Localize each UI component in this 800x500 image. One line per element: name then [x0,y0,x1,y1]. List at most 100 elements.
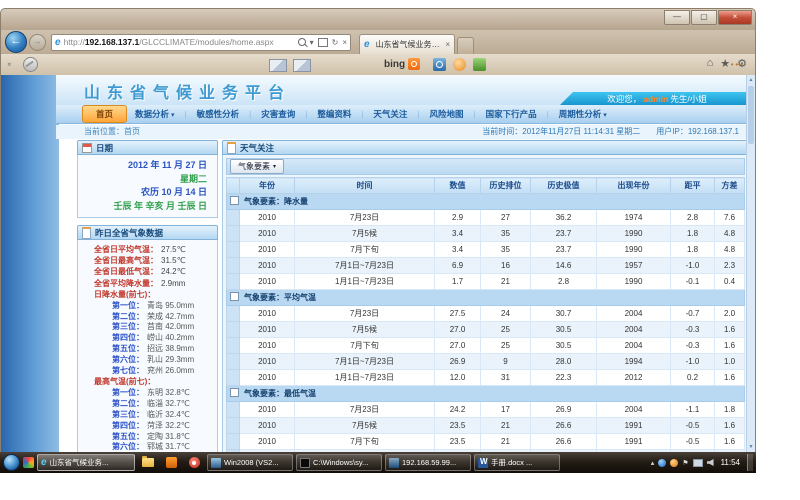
table-cell: 35 [481,226,531,242]
taskbar-media-app-button[interactable] [184,454,204,471]
taskbar-explorer-button[interactable] [138,454,158,471]
refresh-icon[interactable]: ↻ [332,38,339,47]
toolbar-plugin-paw-icon[interactable] [453,58,466,71]
compatibility-view-icon[interactable] [318,38,328,47]
address-bar-tools: ▾ ↻ × [298,38,347,47]
forward-button[interactable]: → [29,34,46,51]
folder-icon [142,458,154,467]
volume-icon[interactable] [707,459,714,466]
table-row[interactable]: 20107月23日27.52430.72004-0.72.0 [227,306,745,322]
weather-panel-title: 昨日全省气象数据 [95,227,163,239]
taskbar-orange-app-button[interactable] [161,454,181,471]
taskbar-window-app[interactable]: Win2008 (VS2... [207,454,293,471]
toolbar-plugin-camera-icon[interactable] [433,58,446,71]
nav-item-8[interactable]: 周期性分析▾ [555,108,611,120]
table-cell: 7月1日~7月23日 [295,258,435,274]
scroll-up-icon[interactable]: ▲ [747,75,755,85]
calendar-line: 2012 年 11 月 27 日 [84,159,211,173]
home-icon[interactable]: ⌂ [707,57,714,70]
table-row[interactable]: 20107月5候23.52126.61991-0.51.6 [227,418,745,434]
nav-item-3[interactable]: 灾害查询 [257,108,299,120]
scroll-down-icon[interactable]: ▼ [747,442,755,452]
stop-icon[interactable]: × [342,38,347,47]
table-row[interactable]: 20107月5候3.43523.719901.84.8 [227,226,745,242]
table-row[interactable]: 20107月1日~7月23日26.9928.01994-1.01.0 [227,354,745,370]
network-icon[interactable] [693,459,703,467]
table-cell: -0.3 [671,338,715,354]
search-dropdown-icon[interactable]: ▾ [310,38,314,47]
close-tab-icon[interactable]: × [445,40,450,49]
browser-tab[interactable]: e 山东省气候业务平... × [359,34,455,54]
nav-item-0[interactable]: 首页 [82,105,127,123]
toolbar-mail-icon[interactable] [269,59,287,72]
weather-rank-row: 第三位：莒南 42.0mm [84,322,211,333]
element-select-button[interactable]: 气象要素 ▾ [230,159,284,174]
group-label: 气象要素：降水量 [244,197,308,206]
table-row[interactable]: 20107月23日24.21726.92004-1.11.8 [227,402,745,418]
nav-item-2[interactable]: 敏感性分析 [193,108,244,120]
table-row[interactable]: 20107月下旬23.52126.61991-0.51.6 [227,434,745,450]
table-row[interactable]: 20107月1日~7月23日6.91614.61957-1.02.3 [227,258,745,274]
taskbar-window-remote[interactable]: 192.168.59.99... [385,454,471,471]
close-button[interactable]: × [718,10,752,25]
table-cell: 3.4 [435,226,481,242]
rank-value: 崂山 40.2mm [144,333,194,344]
group-checkbox[interactable] [230,196,239,205]
table-row[interactable]: 20107月23日2.92736.219742.87.6 [227,210,745,226]
nav-item-7[interactable]: 国家下行产品 [482,108,541,120]
tray-app-orange-icon[interactable] [670,459,678,467]
table-cell: 2004 [597,306,671,322]
start-button[interactable] [3,454,20,471]
group-checkbox[interactable] [230,388,239,397]
back-button[interactable]: ← [5,31,27,53]
toolbar-close-icon[interactable]: × [7,60,12,69]
table-row[interactable]: 20107月下旬3.43523.719901.84.8 [227,242,745,258]
table-row[interactable]: 20107月5候27.02530.52004-0.31.6 [227,322,745,338]
favorites-star-icon[interactable]: ★ [720,57,730,70]
taskbar-window-word[interactable]: 手册.docx ... [474,454,560,471]
table-row[interactable]: 20101月1日~7月23日1.7212.81990-0.10.4 [227,274,745,290]
taskbar-window-console[interactable]: C:\Windows\sy... [296,454,382,471]
taskbar-clock[interactable]: 11:54 [721,458,740,467]
bing-search-widget[interactable]: bing [384,58,420,70]
table-row[interactable]: 20101月1日~7月23日12.03122.320120.21.6 [227,370,745,386]
scrollbar-thumb[interactable] [748,86,754,144]
address-bar[interactable]: e http://192.168.137.1/GLCCLIMATE/module… [51,34,351,51]
toolbar-message-icon[interactable] [293,59,311,72]
maximize-button[interactable]: ▢ [691,10,717,25]
action-center-flag-icon[interactable]: ⚑ [682,459,688,467]
table-cell: 7.6 [715,210,745,226]
table-row[interactable]: 20107月下旬27.02530.52004-0.31.6 [227,338,745,354]
rank-value: 荣成 42.7mm [144,312,194,323]
rank-position: 第二位： [84,312,144,323]
calendar-line: 壬辰 年 辛亥 月 壬辰 日 [84,200,211,214]
nav-item-4[interactable]: 整编资料 [313,108,355,120]
minimize-button[interactable]: — [664,10,690,25]
weather-section-title: 最高气温(前七)： [84,376,211,388]
page-scrollbar[interactable]: ▲ ▼ [746,75,755,452]
pinned-app-icon[interactable] [23,457,34,468]
browser-titlebar[interactable]: — ▢ × [0,8,756,30]
table-cell: 9 [481,354,531,370]
group-checkbox[interactable] [230,292,239,301]
search-icon[interactable] [298,38,306,46]
bing-search-icon[interactable] [408,58,420,70]
nav-item-6[interactable]: 风险地图 [426,108,468,120]
blocker-icon[interactable] [23,57,38,72]
rank-position: 第六位： [84,442,144,452]
settings-gear-icon[interactable]: ⚙ [737,57,747,70]
browser-nav-row: ← → e http://192.168.137.1/GLCCLIMATE/mo… [0,30,756,54]
weather-stat: 全省日最高气温：31.5℃ [84,255,211,266]
nav-item-5[interactable]: 天气关注 [369,108,411,120]
column-header: 历史极值 [531,178,597,194]
table-cell: 2010 [240,242,295,258]
tray-app-blue-icon[interactable] [658,459,666,467]
show-hidden-icons-icon[interactable]: ▴ [651,459,655,467]
show-desktop-button[interactable] [747,454,753,471]
toolbar-plugin-puzzle-icon[interactable] [473,58,486,71]
table-cell: 1991 [597,434,671,450]
nav-item-1[interactable]: 数据分析▾ [131,108,179,120]
taskbar-ie-window[interactable]: e 山东省气候业务... [37,454,135,471]
weather-rank-row: 第五位：定陶 31.8℃ [84,432,211,443]
new-tab-button[interactable] [457,37,474,54]
